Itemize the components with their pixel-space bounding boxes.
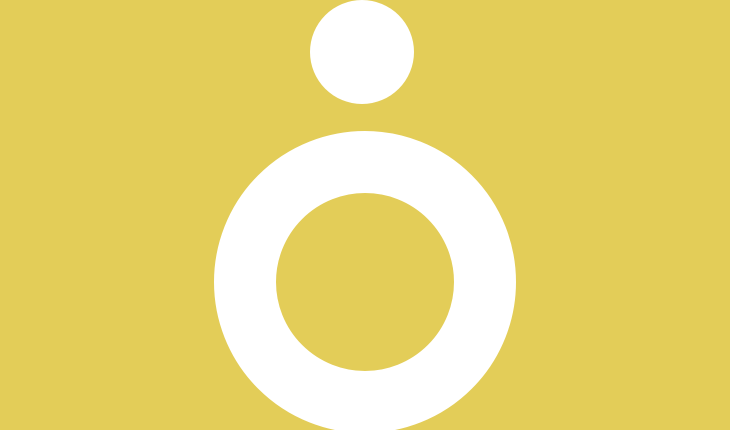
person-figure-icon — [0, 0, 730, 430]
logo-canvas — [0, 0, 730, 430]
head-dot-icon — [310, 0, 414, 104]
